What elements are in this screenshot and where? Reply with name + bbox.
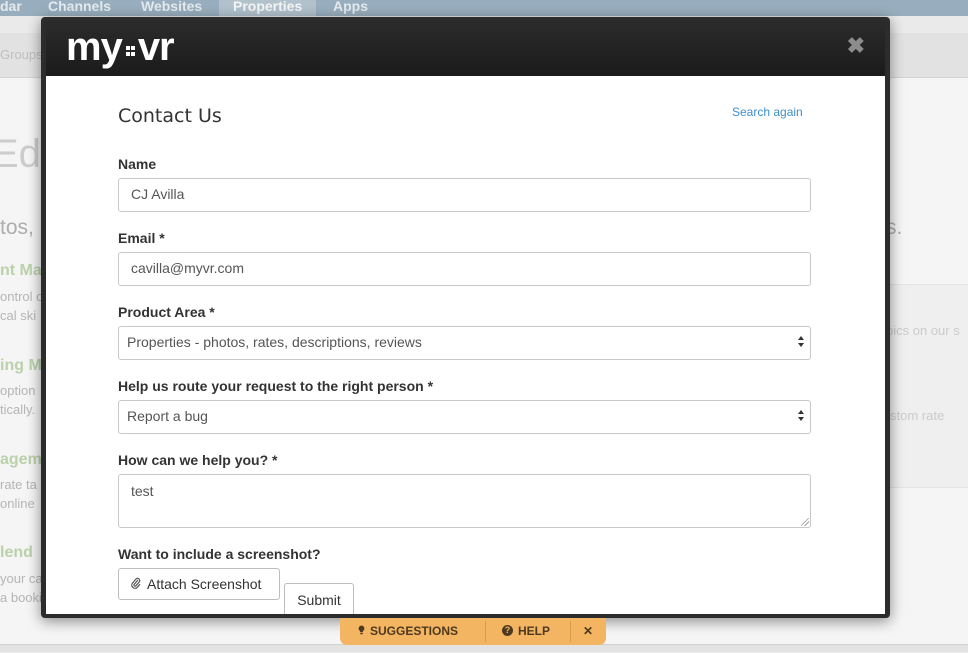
email-field[interactable]: cavilla@myvr.com	[118, 252, 811, 286]
logo-text-right: vr	[137, 25, 175, 69]
name-field[interactable]: CJ Avilla	[118, 178, 811, 212]
help-widget-bar: SUGGESTIONS ? HELP ✕	[340, 618, 606, 645]
modal-header: my vr ✖	[46, 21, 885, 76]
myvr-logo: my vr	[66, 25, 175, 69]
route-select[interactable]: Report a bug	[118, 400, 811, 434]
contact-us-modal: my vr ✖ Contact Us Search again Name CJ A…	[41, 17, 890, 618]
product-area-value: Properties - photos, rates, descriptions…	[127, 334, 422, 350]
helpbar-close-icon[interactable]: ✕	[583, 618, 593, 645]
suggestions-button[interactable]: SUGGESTIONS	[358, 618, 458, 645]
screenshot-label: Want to include a screenshot?	[118, 546, 321, 562]
help-textarea[interactable]: test	[118, 474, 811, 528]
help-textarea-value: test	[131, 483, 154, 499]
attach-screenshot-button[interactable]: Attach Screenshot	[118, 568, 280, 600]
modal-body: Contact Us Search again Name CJ Avilla E…	[46, 76, 885, 614]
resize-handle-icon[interactable]	[801, 518, 809, 526]
form-title: Contact Us	[118, 105, 222, 127]
helpbar-divider	[485, 621, 486, 642]
question-circle-icon: ?	[502, 625, 513, 637]
attach-screenshot-label: Attach Screenshot	[147, 576, 262, 592]
name-label: Name	[118, 156, 157, 172]
helpbar-divider	[570, 621, 571, 642]
help-label: HELP	[518, 624, 551, 638]
logo-dots-icon	[125, 46, 135, 57]
product-area-select[interactable]: Properties - photos, rates, descriptions…	[118, 326, 811, 360]
help-button[interactable]: ? HELP	[502, 618, 550, 645]
lightbulb-icon	[358, 619, 365, 645]
paperclip-icon	[131, 570, 141, 600]
search-again-link[interactable]: Search again	[732, 105, 803, 119]
select-arrows-icon	[798, 410, 806, 424]
select-arrows-icon	[798, 336, 806, 350]
email-label: Email *	[118, 230, 165, 246]
logo-text-left: my	[66, 25, 123, 69]
route-label: Help us route your request to the right …	[118, 378, 434, 394]
close-icon[interactable]: ✖	[847, 35, 865, 57]
route-value: Report a bug	[127, 408, 208, 424]
suggestions-label: SUGGESTIONS	[370, 624, 459, 638]
product-area-label: Product Area *	[118, 304, 215, 320]
help-text-label: How can we help you? *	[118, 452, 278, 468]
submit-button[interactable]: Submit	[284, 583, 354, 614]
